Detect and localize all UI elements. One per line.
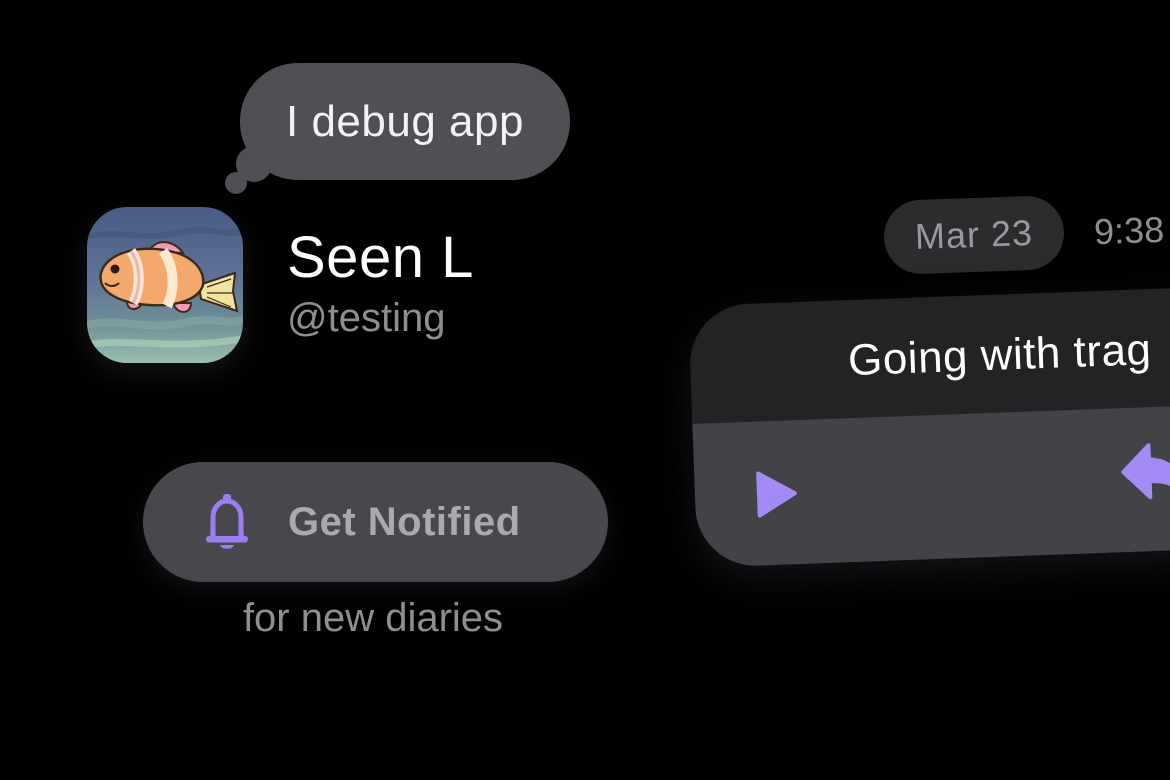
display-name: Seen L [287,225,474,290]
diary-controls [692,401,1170,568]
notify-caption: for new diaries [242,596,504,640]
play-icon[interactable] [754,468,800,520]
diary-date-pill: Mar 23 [882,194,1066,276]
status-text: I debug app [286,96,524,146]
reply-icon[interactable] [1118,440,1170,505]
thought-bubble-dot-small [225,172,247,194]
diary-card[interactable]: Going with trag [688,284,1170,568]
profile-screen: I debug app Seen L @testing Get Notified… [0,0,1170,780]
diary-time: 9:38 [1093,208,1165,253]
get-notified-label: Get Notified [288,499,521,544]
clownfish-avatar-image [87,207,243,363]
bell-icon [203,492,251,552]
avatar[interactable] [87,207,243,363]
get-notified-button[interactable]: Get Notified [143,462,608,582]
user-handle: @testing [287,296,446,340]
diary-date: Mar 23 [914,211,1034,258]
status-bubble[interactable]: I debug app [240,63,570,180]
diary-title: Going with trag [847,324,1153,385]
